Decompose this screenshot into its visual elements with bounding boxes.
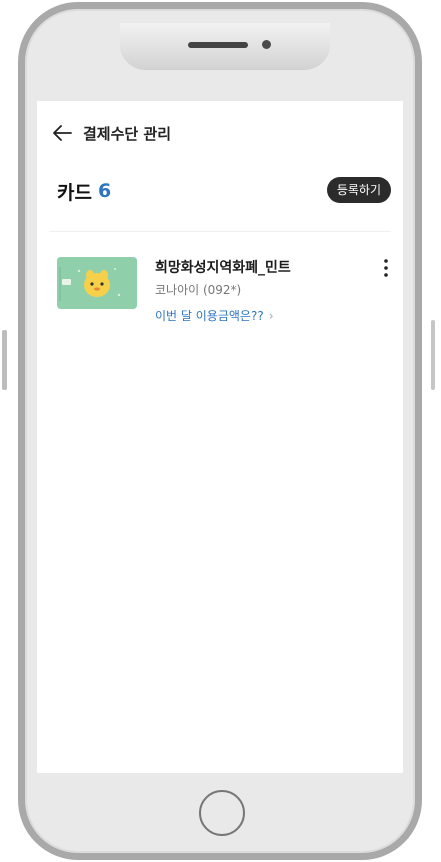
page-title: 결제수단 관리 bbox=[83, 124, 172, 143]
speaker-grille bbox=[188, 42, 248, 48]
phone-frame: 결제수단 관리 카드 6 등록하기 희망화성지역화폐_민트 코나아이 (092*… bbox=[18, 2, 422, 860]
card-thumbnail bbox=[57, 257, 137, 309]
phone-notch bbox=[120, 23, 330, 69]
monthly-usage-label: 이번 달 이용금액은?? bbox=[155, 309, 264, 323]
arrow-left-icon[interactable] bbox=[51, 123, 73, 143]
device-side-button-left bbox=[2, 330, 7, 390]
card-character-illustration bbox=[57, 257, 137, 309]
cards-section-title: 카드 bbox=[57, 181, 92, 204]
register-card-button[interactable]: 등록하기 bbox=[326, 177, 391, 203]
monthly-usage-link[interactable]: 이번 달 이용금액은?? › bbox=[155, 307, 274, 324]
card-name: 희망화성지역화폐_민트 bbox=[155, 260, 291, 276]
device-side-button-right bbox=[431, 320, 435, 390]
card-issuer-number: 코나아이 (092*) bbox=[155, 283, 242, 297]
section-divider bbox=[49, 231, 391, 232]
card-list-item[interactable]: 희망화성지역화폐_민트 코나아이 (092*) 이번 달 이용금액은?? › bbox=[37, 251, 403, 331]
chevron-right-icon: › bbox=[268, 308, 274, 323]
page-header: 결제수단 관리 bbox=[37, 119, 403, 147]
front-camera bbox=[262, 40, 271, 49]
device-frame-stage: 결제수단 관리 카드 6 등록하기 희망화성지역화폐_민트 코나아이 (092*… bbox=[0, 0, 441, 862]
more-vertical-icon[interactable] bbox=[379, 257, 393, 279]
cards-count: 6 bbox=[97, 180, 112, 202]
home-button[interactable] bbox=[199, 790, 245, 836]
cards-section-header: 카드 6 등록하기 bbox=[37, 175, 403, 207]
app-screen: 결제수단 관리 카드 6 등록하기 희망화성지역화폐_민트 코나아이 (092*… bbox=[37, 101, 403, 773]
